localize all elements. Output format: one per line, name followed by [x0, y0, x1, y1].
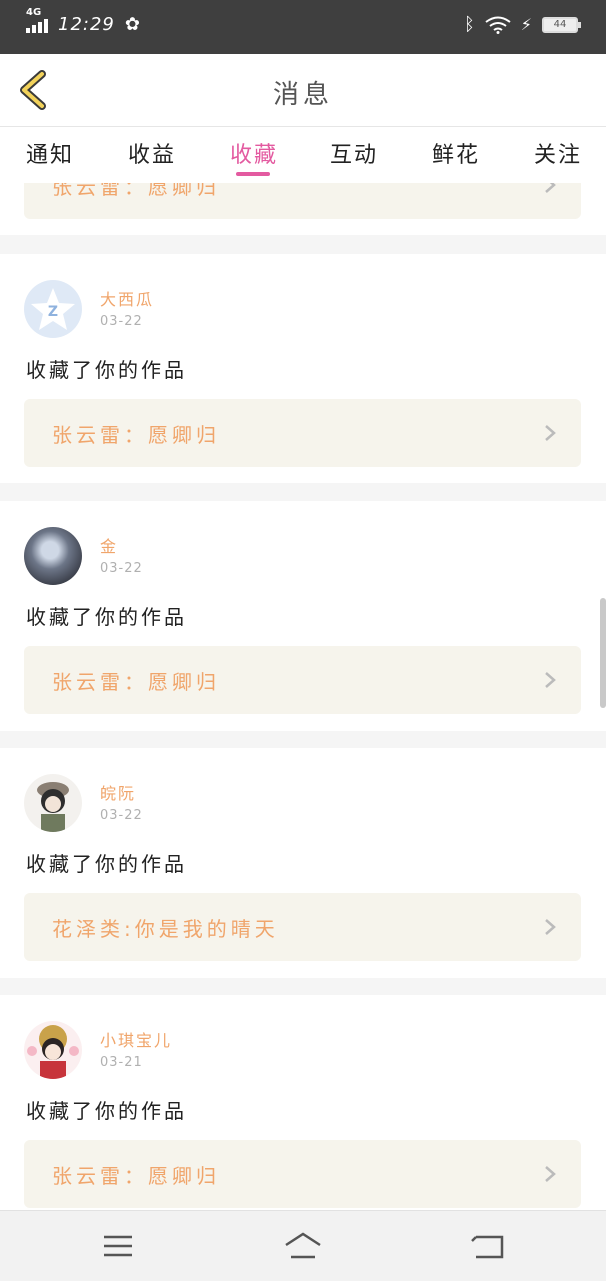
work-title: 张云雷：愿卿归 — [52, 670, 220, 694]
scrollbar[interactable] — [600, 598, 606, 708]
work-title: 张云雷：愿卿归 — [52, 183, 220, 199]
tab-follows[interactable]: 关注 — [534, 137, 582, 169]
system-nav-bar — [0, 1210, 606, 1281]
charging-icon: ⚡ — [520, 15, 532, 34]
active-tab-indicator — [236, 172, 270, 176]
avatar[interactable] — [24, 527, 82, 585]
date: 03-22 — [100, 808, 143, 823]
action-text: 收藏了你的作品 — [26, 1099, 187, 1123]
wechat-icon: ✿ — [124, 14, 140, 35]
tab-notifications[interactable]: 通知 — [26, 137, 74, 169]
username[interactable]: 金 — [100, 533, 118, 557]
action-text: 收藏了你的作品 — [26, 358, 187, 382]
qzone-star-icon: Z — [31, 288, 75, 330]
character-avatar-icon — [37, 782, 69, 832]
svg-text:Z: Z — [48, 304, 58, 320]
work-link[interactable]: 张云雷：愿卿归 — [24, 646, 581, 714]
tab-earnings[interactable]: 收益 — [128, 137, 176, 169]
username[interactable]: 皖阮 — [100, 780, 136, 804]
date: 03-22 — [100, 314, 143, 329]
bluetooth-icon: ᛒ — [463, 14, 475, 35]
list-item: 金 03-22 收藏了你的作品 张云雷：愿卿归 — [0, 501, 606, 731]
date: 03-22 — [100, 561, 143, 576]
work-link[interactable]: 张云雷：愿卿归 — [24, 183, 581, 219]
battery-icon: 44 — [542, 16, 581, 33]
username[interactable]: 小琪宝儿 — [100, 1027, 172, 1051]
tab-favorites[interactable]: 收藏 — [230, 137, 278, 169]
chevron-right-icon — [545, 672, 556, 688]
tab-bar: 通知 收益 收藏 互动 鲜花 关注 — [0, 127, 606, 183]
app-header: 消息 — [0, 54, 606, 127]
chevron-right-icon — [545, 425, 556, 441]
work-link[interactable]: 张云雷：愿卿归 — [24, 1140, 581, 1208]
work-link[interactable]: 张云雷：愿卿归 — [24, 399, 581, 467]
home-icon[interactable] — [283, 1231, 323, 1261]
tab-interactions[interactable]: 互动 — [330, 137, 378, 169]
chevron-right-icon — [545, 183, 556, 193]
chevron-right-icon — [545, 1166, 556, 1182]
avatar[interactable] — [24, 774, 82, 832]
work-link[interactable]: 花泽类:你是我的晴天 — [24, 893, 581, 961]
page-title: 消息 — [272, 80, 333, 110]
signal-icon: 4G — [26, 7, 48, 33]
wifi-icon — [485, 16, 511, 34]
menu-icon[interactable] — [98, 1231, 138, 1261]
status-bar: 4G 12:29 ✿ ᛒ ⚡ 44 — [0, 0, 606, 54]
list-item: Z 大西瓜 03-22 收藏了你的作品 张云雷：愿卿归 — [0, 254, 606, 483]
work-title: 张云雷：愿卿归 — [52, 1164, 220, 1188]
character-avatar-icon — [27, 1025, 79, 1079]
favorites-list: 张云雷：愿卿归 Z 大西瓜 03-22 收藏了你的作品 张云雷：愿卿归 金 03… — [0, 183, 606, 1210]
date: 03-21 — [100, 1055, 143, 1070]
work-title: 张云雷：愿卿归 — [52, 423, 220, 447]
avatar[interactable] — [24, 1021, 82, 1079]
avatar[interactable]: Z — [24, 280, 82, 338]
list-item: 张云雷：愿卿归 — [0, 183, 606, 235]
list-item: 皖阮 03-22 收藏了你的作品 花泽类:你是我的晴天 — [0, 748, 606, 978]
back-icon[interactable] — [468, 1231, 508, 1261]
tab-flowers[interactable]: 鲜花 — [432, 137, 480, 169]
chevron-right-icon — [545, 919, 556, 935]
list-item: 小琪宝儿 03-21 收藏了你的作品 张云雷：愿卿归 — [0, 995, 606, 1210]
clock: 12:29 — [58, 14, 115, 35]
work-title: 花泽类:你是我的晴天 — [52, 917, 279, 941]
action-text: 收藏了你的作品 — [26, 852, 187, 876]
username[interactable]: 大西瓜 — [100, 286, 154, 310]
action-text: 收藏了你的作品 — [26, 605, 187, 629]
